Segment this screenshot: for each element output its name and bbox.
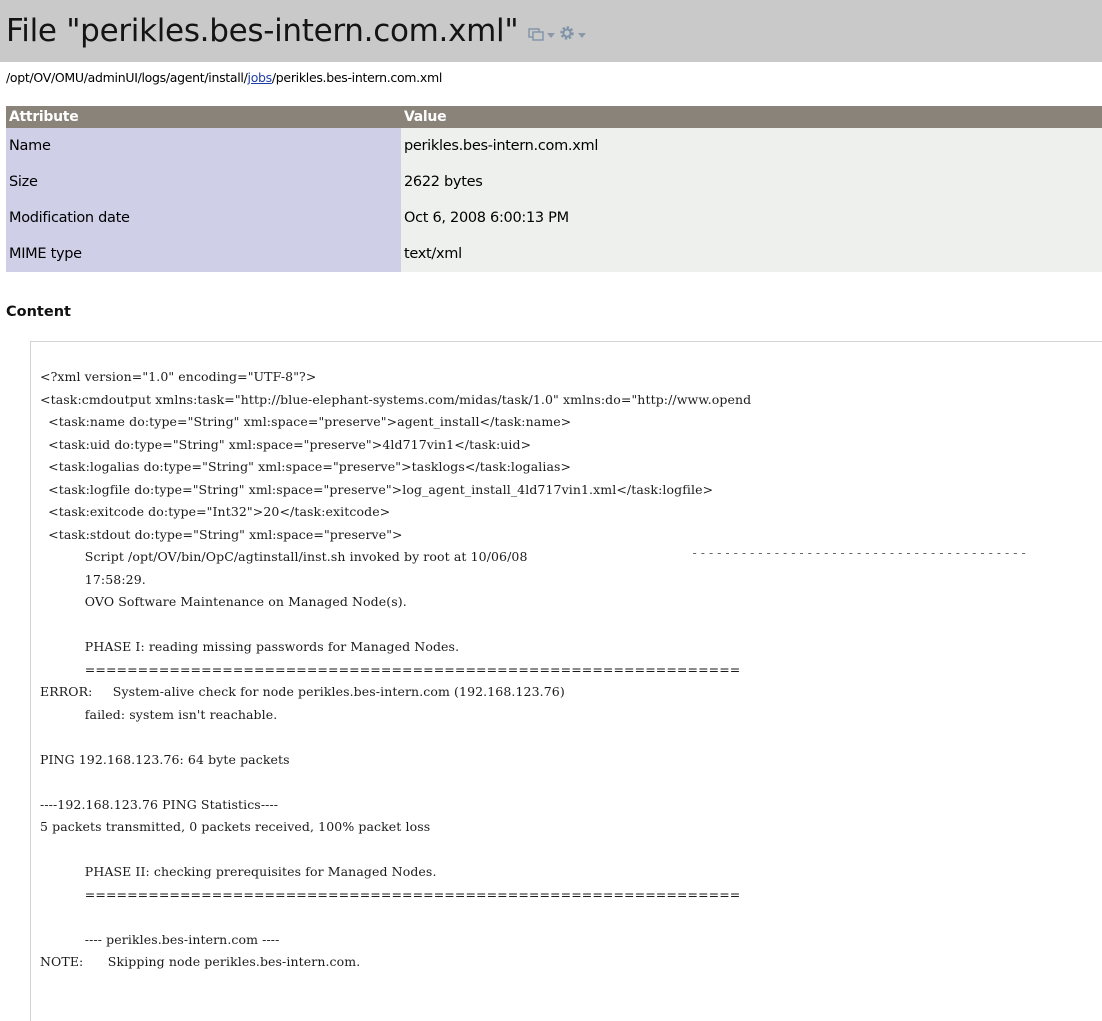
code-line: <task:cmdoutput xmlns:task="http://blue-… (40, 391, 752, 407)
view-menu-button[interactable] (528, 26, 556, 45)
table-row: Size 2622 bytes (6, 164, 1102, 200)
code-line: <task:exitcode do:type="Int32">20</task:… (40, 504, 391, 519)
settings-menu-button[interactable] (559, 25, 587, 45)
page-title: File "perikles.bes-intern.com.xml" (6, 13, 519, 49)
breadcrumb: /opt/OV/OMU/adminUI/logs/agent/install/j… (6, 70, 442, 85)
chevron-down-icon (578, 33, 587, 38)
code-line: <task:uid do:type="String" xml:space="pr… (40, 436, 532, 452)
code-line: ERROR: System-alive check for node perik… (40, 684, 565, 699)
attribute-value-cell: 2622 bytes (401, 164, 1102, 200)
attribute-name-cell: Name (6, 128, 401, 164)
code-line: PHASE I: reading missing passwords for M… (40, 639, 460, 654)
code-line: ----192.168.123.76 PING Statistics---- (40, 796, 279, 812)
attribute-value-cell: text/xml (401, 236, 1102, 272)
column-header-value[interactable]: Value (401, 106, 1102, 128)
column-header-attribute[interactable]: Attribute (6, 106, 401, 128)
code-line: 5 packets transmitted, 0 packets receive… (40, 819, 431, 834)
code-line: Script /opt/OV/bin/OpC/agtinstall/inst.s… (40, 549, 528, 564)
attribute-value-cell: Oct 6, 2008 6:00:13 PM (401, 200, 1102, 236)
code-line: 17:58:29. (40, 571, 146, 587)
table-row: Modification date Oct 6, 2008 6:00:13 PM (6, 200, 1102, 236)
attribute-name-cell: Size (6, 164, 401, 200)
window-view-icon (528, 26, 544, 45)
chevron-down-icon (547, 33, 556, 38)
content-heading: Content (6, 304, 71, 320)
code-line: <task:logalias do:type="String" xml:spac… (40, 459, 572, 474)
breadcrumb-prefix: /opt/OV/OMU/adminUI/logs/agent/install/ (6, 70, 248, 85)
code-line: ---- perikles.bes-intern.com ---- (40, 931, 280, 947)
code-line: PING 192.168.123.76: 64 byte packets (40, 751, 290, 767)
code-line: <?xml version="1.0" encoding="UTF-8"?> (40, 369, 317, 384)
gear-icon (559, 25, 575, 45)
attribute-value-cell: perikles.bes-intern.com.xml (401, 128, 1102, 164)
code-line: OVO Software Maintenance on Managed Node… (40, 594, 407, 609)
code-line: failed: system isn't reachable. (40, 706, 278, 722)
title-actions (528, 25, 587, 45)
code-line: ========================================… (40, 886, 741, 902)
table-row: Name perikles.bes-intern.com.xml (6, 128, 1102, 164)
breadcrumb-link-jobs[interactable]: jobs (248, 70, 273, 85)
code-line: PHASE II: checking prerequisites for Man… (40, 864, 437, 879)
breadcrumb-suffix: /perikles.bes-intern.com.xml (271, 70, 442, 85)
attribute-name-cell: MIME type (6, 236, 401, 272)
content-viewer[interactable]: <?xml version="1.0" encoding="UTF-8"?> <t… (30, 341, 1102, 1021)
table-row: MIME type text/xml (6, 236, 1102, 272)
code-listing: <?xml version="1.0" encoding="UTF-8"?> <t… (40, 366, 751, 974)
code-line: <task:logfile do:type="String" xml:space… (40, 481, 714, 497)
code-line: NOTE: Skipping node perikles.bes-intern.… (40, 954, 361, 969)
code-line: <task:stdout do:type="String" xml:space=… (40, 526, 403, 542)
table-header-row: Attribute Value (6, 106, 1102, 128)
attributes-table: Attribute Value Name perikles.bes-intern… (6, 106, 1102, 272)
stdout-separator: ----------------------------------------… (691, 546, 1029, 560)
code-line: <task:name do:type="String" xml:space="p… (40, 414, 572, 429)
attribute-name-cell: Modification date (6, 200, 401, 236)
code-line: ========================================… (40, 661, 741, 677)
title-bar: File "perikles.bes-intern.com.xml" (0, 0, 1102, 62)
